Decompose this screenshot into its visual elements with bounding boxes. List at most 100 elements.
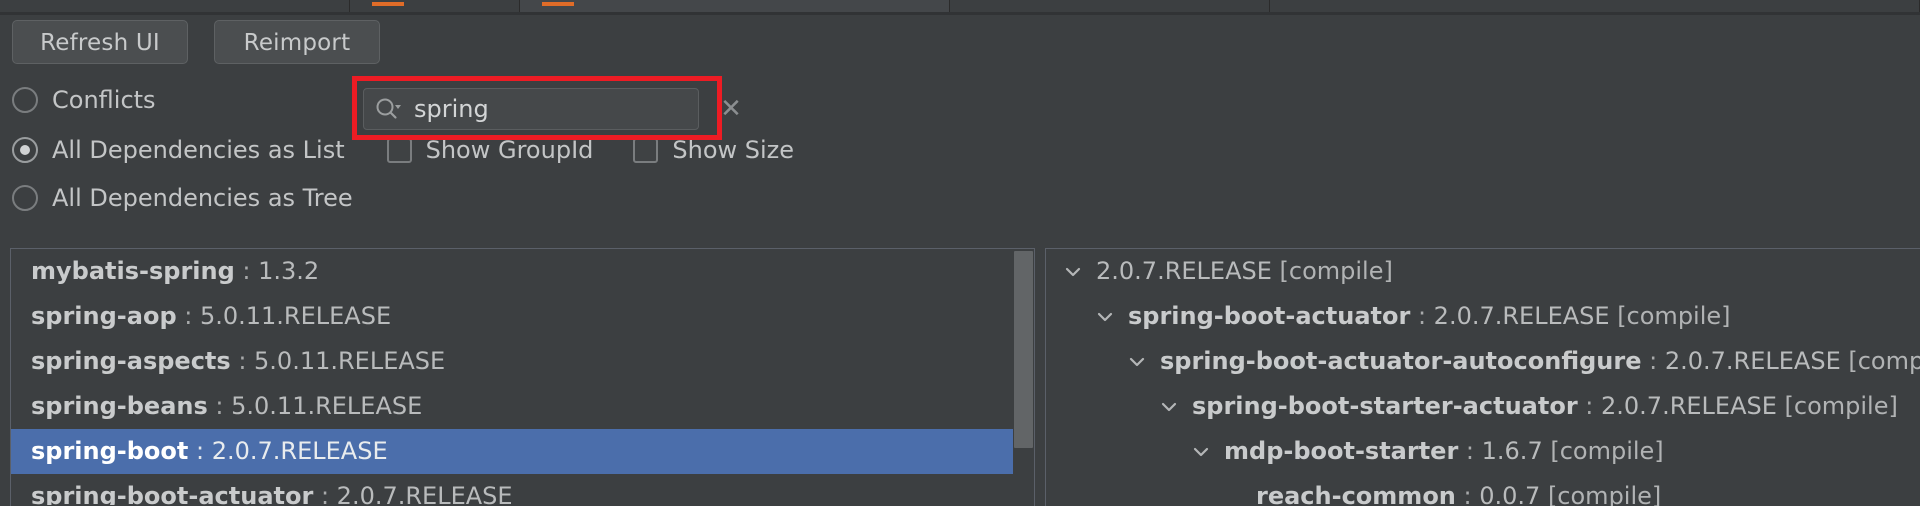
dependency-artifact-id: spring-aop bbox=[31, 302, 177, 330]
dependency-list[interactable]: mybatis-spring : 1.3.2 spring-aop : 5.0.1… bbox=[11, 249, 1015, 505]
dependency-separator: : bbox=[230, 347, 255, 375]
radio-all-dependencies-as-tree-label: All Dependencies as Tree bbox=[52, 184, 353, 212]
dependency-artifact-id: spring-boot-starter-actuator bbox=[1192, 392, 1578, 420]
dependency-artifact-id: spring-boot bbox=[31, 437, 189, 465]
checkbox-show-size-indicator[interactable] bbox=[633, 137, 659, 163]
dependency-separator: : bbox=[1458, 437, 1482, 465]
dependency-version: 2.0.7.RELEASE bbox=[1601, 392, 1777, 420]
dependency-tree-panel[interactable]: 2.0.7.RELEASE [compile] spring-boot-actua… bbox=[1045, 248, 1920, 506]
dependency-version: 2.0.7.RELEASE bbox=[1433, 302, 1610, 330]
dependency-artifact-id: spring-boot-actuator bbox=[31, 482, 314, 505]
chevron-down-icon[interactable] bbox=[1188, 439, 1214, 465]
checkbox-show-groupid-label: Show GroupId bbox=[425, 136, 594, 164]
dependency-tree-label: 2.0.7.RELEASE [compile] bbox=[1096, 249, 1393, 294]
dependency-artifact-id: spring-beans bbox=[31, 392, 208, 420]
dependency-tree-label: spring-boot-actuator : 2.0.7.RELEASE [co… bbox=[1128, 294, 1731, 339]
dependency-scope: [compile] bbox=[1542, 437, 1664, 465]
dependency-list-item[interactable]: spring-aop : 5.0.11.RELEASE bbox=[11, 294, 1015, 339]
dependency-tree-item[interactable]: spring-boot-actuator : 2.0.7.RELEASE [co… bbox=[1046, 294, 1920, 339]
dependency-tree-label: spring-boot-actuator-autoconfigure : 2.0… bbox=[1160, 339, 1920, 384]
dependency-version: 2.0.7.RELEASE bbox=[1664, 347, 1841, 375]
dependency-tree-item[interactable]: spring-boot-actuator-autoconfigure : 2.0… bbox=[1046, 339, 1920, 384]
dependency-tree-label: spring-boot-starter-actuator : 2.0.7.REL… bbox=[1192, 384, 1898, 429]
dependency-list-item[interactable]: mybatis-spring : 1.3.2 bbox=[11, 249, 1015, 294]
tab-strip-cell-1[interactable] bbox=[350, 0, 520, 12]
radio-dot-icon bbox=[20, 145, 30, 155]
dependency-separator: : bbox=[1410, 302, 1434, 330]
radio-all-dependencies-as-list-label: All Dependencies as List bbox=[52, 136, 345, 164]
dependency-list-item[interactable]: spring-boot-actuator : 2.0.7.RELEASE bbox=[11, 474, 1015, 505]
dependency-list-panel[interactable]: mybatis-spring : 1.3.2 spring-aop : 5.0.1… bbox=[10, 248, 1035, 506]
dependency-version: 2.0.7.RELEASE bbox=[336, 482, 513, 505]
dependency-version: 1.6.7 bbox=[1481, 437, 1543, 465]
dependency-scope: [compile] bbox=[1271, 257, 1393, 285]
tab-strip-cell-2[interactable] bbox=[520, 0, 950, 12]
dependency-scope: [compile] bbox=[1776, 392, 1898, 420]
tab-strip-cell-0[interactable] bbox=[0, 0, 350, 12]
dependency-tree-item[interactable]: spring-boot-starter-actuator : 2.0.7.REL… bbox=[1046, 384, 1920, 429]
options-row-list: All Dependencies as List Show GroupId Sh… bbox=[12, 128, 794, 172]
dependency-version: 0.0.7 bbox=[1479, 482, 1541, 506]
radio-all-dependencies-as-tree[interactable]: All Dependencies as Tree bbox=[12, 176, 353, 220]
search-input[interactable] bbox=[414, 95, 714, 123]
dependency-separator: : bbox=[1641, 347, 1665, 375]
dependency-separator: : bbox=[207, 392, 232, 420]
chevron-down-icon[interactable] bbox=[1092, 304, 1118, 330]
dependency-tree-item[interactable]: reach-common : 0.0.7 [compile] bbox=[1046, 474, 1920, 506]
dependency-separator: : bbox=[1577, 392, 1601, 420]
dependency-list-item[interactable]: spring-beans : 5.0.11.RELEASE bbox=[11, 384, 1015, 429]
dependency-artifact-id: spring-boot-actuator bbox=[1128, 302, 1411, 330]
checkbox-show-size-label: Show Size bbox=[672, 136, 795, 164]
chevron-down-icon[interactable] bbox=[1060, 259, 1086, 285]
dependency-tree-label: mdp-boot-starter : 1.6.7 [compile] bbox=[1224, 429, 1664, 474]
chevron-down-icon[interactable] bbox=[1156, 394, 1182, 420]
toolbar: Refresh UI Reimport bbox=[0, 15, 1920, 70]
dependency-tree-label: reach-common : 0.0.7 [compile] bbox=[1256, 474, 1661, 506]
radio-all-dependencies-as-list-indicator[interactable] bbox=[12, 137, 38, 163]
reimport-button[interactable]: Reimport bbox=[214, 20, 380, 64]
dependency-scope: [compile] bbox=[1848, 347, 1920, 375]
dependency-tree-item[interactable]: 2.0.7.RELEASE [compile] bbox=[1046, 249, 1920, 294]
search-field[interactable]: ✕ bbox=[363, 88, 742, 130]
dependency-list-item[interactable]: spring-aspects : 5.0.11.RELEASE bbox=[11, 339, 1015, 384]
dependency-list-item[interactable]: spring-boot : 2.0.7.RELEASE bbox=[11, 429, 1015, 474]
radio-all-dependencies-as-list[interactable]: All Dependencies as List bbox=[12, 136, 345, 164]
clear-search-icon[interactable]: ✕ bbox=[714, 92, 748, 126]
dependency-separator: : bbox=[1455, 482, 1480, 506]
dependency-artifact-id: spring-aspects bbox=[31, 347, 231, 375]
dependency-tree-item[interactable]: mdp-boot-starter : 1.6.7 [compile] bbox=[1046, 429, 1920, 474]
tab-strip-cell-4[interactable] bbox=[1270, 0, 1920, 12]
dependency-artifact-id: reach-common bbox=[1256, 482, 1456, 506]
dependency-version: 5.0.11.RELEASE bbox=[231, 392, 423, 420]
dependency-artifact-id: spring-boot-actuator-autoconfigure bbox=[1160, 347, 1642, 375]
dependency-separator: : bbox=[188, 437, 212, 465]
dependency-artifact-id: mdp-boot-starter bbox=[1224, 437, 1459, 465]
radio-all-dependencies-as-tree-indicator[interactable] bbox=[12, 185, 38, 211]
radio-conflicts-indicator[interactable] bbox=[12, 87, 38, 113]
dependency-list-scrollbar[interactable] bbox=[1013, 249, 1034, 505]
scrollbar-thumb[interactable] bbox=[1014, 251, 1033, 448]
panels-container: mybatis-spring : 1.3.2 spring-aop : 5.0.1… bbox=[0, 248, 1920, 506]
tab-marker-icon bbox=[372, 2, 404, 6]
radio-conflicts-label: Conflicts bbox=[52, 86, 156, 114]
dependency-version: 2.0.7.RELEASE bbox=[1096, 257, 1272, 285]
chevron-down-icon[interactable] bbox=[1124, 349, 1150, 375]
checkbox-show-size[interactable]: Show Size bbox=[633, 136, 794, 164]
checkbox-show-groupid[interactable]: Show GroupId bbox=[386, 136, 594, 164]
refresh-ui-button[interactable]: Refresh UI bbox=[12, 20, 188, 64]
checkbox-show-groupid-indicator[interactable] bbox=[386, 137, 412, 163]
dependency-scope: [compile] bbox=[1540, 482, 1662, 506]
dependency-artifact-id: mybatis-spring bbox=[31, 257, 235, 285]
dependency-separator: : bbox=[234, 257, 259, 285]
dependency-version: 1.3.2 bbox=[258, 257, 320, 285]
tab-marker-icon bbox=[542, 2, 574, 6]
dependency-separator: : bbox=[176, 302, 200, 330]
dependency-version: 5.0.11.RELEASE bbox=[199, 302, 392, 330]
options-area: Conflicts All Dependencies as List Show … bbox=[0, 72, 1920, 242]
radio-conflicts[interactable]: Conflicts bbox=[12, 78, 156, 122]
dependency-version: 2.0.7.RELEASE bbox=[211, 437, 388, 465]
dependency-scope: [compile] bbox=[1609, 302, 1731, 330]
tab-strip bbox=[0, 0, 1920, 12]
search-icon[interactable] bbox=[374, 96, 402, 122]
tab-strip-cell-3[interactable] bbox=[950, 0, 1270, 12]
